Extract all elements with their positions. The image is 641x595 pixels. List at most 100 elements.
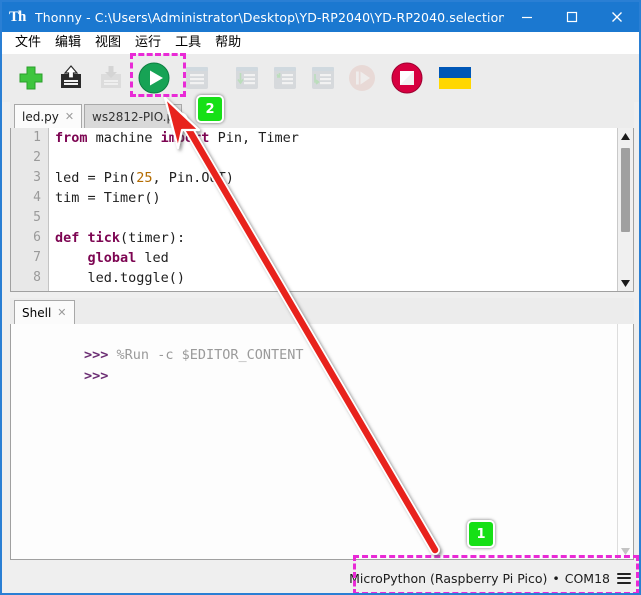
shell-prompt: >>> — [84, 368, 109, 384]
code-editor[interactable]: 1 2 3 4 5 6 7 8 from machine import Pin,… — [10, 128, 634, 292]
title-bar: Th Thonny - C:\Users\Administrator\Deskt… — [2, 2, 639, 32]
line-number: 5 — [33, 210, 41, 225]
status-interpreter-text[interactable]: MicroPython (Raspberry Pi Pico) • COM18 — [349, 571, 610, 586]
code-token: led.toggle() — [55, 270, 186, 286]
close-button[interactable] — [594, 2, 639, 32]
hamburger-icon[interactable] — [617, 572, 631, 584]
code-token: (timer): — [120, 230, 186, 246]
code-line: global led — [55, 248, 615, 268]
plus-icon — [19, 66, 43, 90]
code-line: def tick(timer): — [55, 228, 615, 248]
step-over-icon — [236, 67, 258, 89]
code-token: , Pin.OUT) — [152, 170, 234, 186]
thonny-app-icon: Th — [9, 7, 29, 27]
flag-icon — [439, 67, 471, 89]
code-line: tim = Timer() — [55, 188, 615, 208]
resume-button — [345, 61, 379, 95]
step-into-icon — [274, 67, 296, 89]
code-token: led — [136, 250, 169, 266]
code-token: led = Pin( — [55, 170, 137, 186]
step-badge-2: 2 — [196, 95, 224, 123]
status-bar: MicroPython (Raspberry Pi Pico) • COM18 — [2, 563, 639, 593]
stop-button[interactable] — [390, 61, 424, 95]
code-token: def — [55, 230, 80, 246]
editor-vertical-scrollbar[interactable] — [617, 128, 633, 291]
code-token: global — [87, 250, 137, 266]
editor-tab-ws2812-label: ws2812-PIO.p — [92, 109, 175, 124]
shell-tab-close-icon[interactable]: ✕ — [57, 306, 66, 319]
editor-tab-strip: led.py ✕ ws2812-PIO.p — [10, 102, 634, 129]
line-number-gutter: 1 2 3 4 5 6 7 8 — [11, 128, 49, 291]
scroll-down-icon[interactable] — [618, 275, 633, 291]
step-out-button — [306, 61, 340, 95]
shell-tab[interactable]: Shell ✕ — [14, 300, 75, 324]
resume-icon — [349, 65, 375, 91]
play-icon — [138, 62, 170, 94]
thonny-window: Th Thonny - C:\Users\Administrator\Deskt… — [0, 0, 641, 595]
shell-command: %Run -c $EDITOR_CONTENT — [108, 347, 304, 363]
menu-tools[interactable]: 工具 — [168, 32, 208, 54]
maximize-button[interactable] — [549, 2, 594, 32]
menu-file[interactable]: 文件 — [8, 32, 48, 54]
toolbar — [2, 54, 639, 102]
shell-scroll-down-icon[interactable] — [618, 543, 633, 559]
thonny-logo-glyph: Th — [9, 9, 26, 25]
debug-button — [180, 61, 214, 95]
open-file-button[interactable] — [54, 61, 88, 95]
editor-scroll-thumb[interactable] — [621, 148, 630, 232]
menu-run[interactable]: 运行 — [128, 32, 168, 54]
editor-tab-led[interactable]: led.py ✕ — [14, 104, 83, 128]
editor-tab-led-label: led.py — [22, 109, 59, 124]
code-token: import — [160, 130, 210, 146]
shell-prompt: >>> — [84, 347, 109, 363]
save-file-button — [94, 61, 128, 95]
window-title: Thonny - C:\Users\Administrator\Desktop\… — [35, 9, 504, 25]
line-number: 4 — [33, 190, 41, 205]
shell-panel: Shell ✕ >>> %Run -c $EDITOR_CONTENT >>> — [10, 298, 634, 560]
code-lines: from machine import Pin, Timer led = Pin… — [55, 128, 615, 288]
step-out-icon — [312, 67, 334, 89]
save-icon — [101, 66, 121, 88]
new-file-button[interactable] — [14, 61, 48, 95]
debug-icon — [186, 67, 208, 89]
minimize-button[interactable] — [504, 2, 549, 32]
ukraine-flag-button[interactable] — [438, 61, 472, 95]
line-number: 2 — [33, 150, 41, 165]
editor-tab-led-close-icon[interactable]: ✕ — [65, 110, 74, 123]
status-interpreter: MicroPython (Raspberry Pi Pico) — [349, 570, 548, 586]
shell-tab-label: Shell — [22, 305, 52, 320]
editor-panel: led.py ✕ ws2812-PIO.p 1 2 3 4 5 6 7 8 fr… — [10, 102, 634, 292]
shell-output[interactable]: >>> %Run -c $EDITOR_CONTENT >>> — [10, 324, 634, 560]
code-line: led = Pin(25, Pin.OUT) — [55, 168, 615, 188]
scroll-up-icon[interactable] — [618, 128, 633, 144]
code-line: led.toggle() — [55, 268, 615, 288]
folder-open-icon — [61, 65, 81, 88]
shell-tab-strip: Shell ✕ — [10, 298, 634, 325]
code-token: 25 — [136, 170, 153, 186]
step-over-button — [230, 61, 264, 95]
line-number: 1 — [33, 130, 41, 145]
menu-edit[interactable]: 编辑 — [48, 32, 88, 54]
line-number: 8 — [33, 270, 41, 285]
status-port: COM18 — [564, 570, 610, 586]
code-token: tim = Timer() — [55, 190, 161, 206]
stop-icon — [391, 62, 423, 94]
shell-vertical-scrollbar[interactable] — [617, 324, 633, 559]
menu-help[interactable]: 帮助 — [208, 32, 248, 54]
code-token: machine — [87, 130, 161, 146]
run-button[interactable] — [137, 61, 171, 95]
step-badge-1: 1 — [467, 520, 495, 548]
step-into-button — [268, 61, 302, 95]
menu-view[interactable]: 视图 — [88, 32, 128, 54]
status-separator: • — [552, 570, 560, 586]
line-number: 7 — [33, 250, 41, 265]
menu-bar: 文件 编辑 视图 运行 工具 帮助 — [2, 32, 639, 54]
editor-tab-ws2812[interactable]: ws2812-PIO.p — [84, 104, 183, 128]
code-token: tick — [87, 230, 121, 246]
shell-line: >>> %Run -c $EDITOR_CONTENT — [11, 324, 633, 363]
code-token: from — [55, 130, 88, 146]
